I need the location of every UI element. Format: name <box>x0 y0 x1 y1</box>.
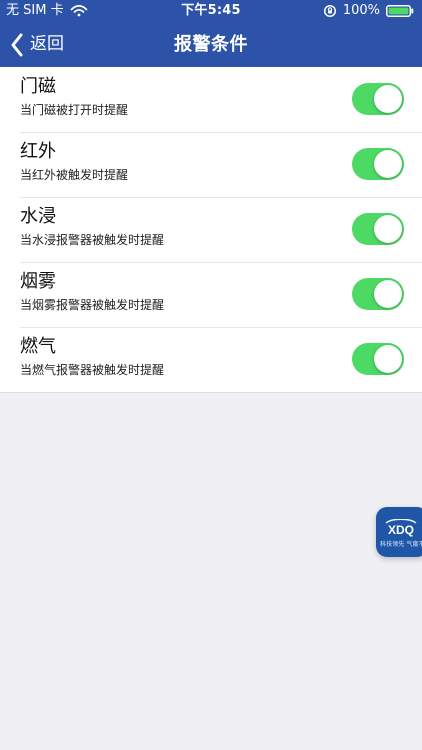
list-item-infrared: 红外 当红外被触发时提醒 <box>0 132 422 197</box>
toggle-knob <box>374 150 402 178</box>
list-item-gas: 燃气 当燃气报警器被触发时提醒 <box>0 327 422 392</box>
list-item-smoke: 烟雾 当烟雾报警器被触发时提醒 <box>0 262 422 327</box>
item-title: 门磁 <box>20 76 56 97</box>
battery-icon <box>386 5 414 17</box>
xdq-text: XDQ <box>388 523 414 537</box>
item-title: 燃气 <box>20 336 56 357</box>
water-leak-toggle[interactable] <box>352 213 404 245</box>
toggle-knob <box>374 215 402 243</box>
item-title: 水浸 <box>20 206 56 227</box>
toggle-knob <box>374 345 402 373</box>
top-bar: 无 SIM 卡 下午5:45 100% 返回 报警条件 <box>0 0 422 67</box>
smoke-toggle[interactable] <box>352 278 404 310</box>
list-item-door-sensor: 门磁 当门磁被打开时提醒 <box>0 67 422 132</box>
xdq-logo-icon: XDQ <box>385 519 417 537</box>
floating-logo-button[interactable]: XDQ 科技领先 气度不凡 <box>376 507 422 557</box>
status-bar: 无 SIM 卡 下午5:45 100% <box>0 0 422 22</box>
toggle-knob <box>374 85 402 113</box>
alarm-condition-list: 门磁 当门磁被打开时提醒 红外 当红外被触发时提醒 水浸 当水浸报警器被触发时提… <box>0 67 422 393</box>
item-title: 烟雾 <box>20 271 56 292</box>
item-subtitle: 当烟雾报警器被触发时提醒 <box>20 298 165 312</box>
item-title: 红外 <box>20 141 56 162</box>
item-subtitle: 当红外被触发时提醒 <box>20 168 129 182</box>
status-right: 100% <box>323 0 414 22</box>
badge-tagline: 科技领先 气度不凡 <box>380 541 422 548</box>
navigation-bar: 返回 报警条件 <box>0 22 422 67</box>
gas-toggle[interactable] <box>352 343 404 375</box>
list-item-water-leak: 水浸 当水浸报警器被触发时提醒 <box>0 197 422 262</box>
item-subtitle: 当门磁被打开时提醒 <box>20 103 129 117</box>
page-title: 报警条件 <box>174 34 248 55</box>
infrared-toggle[interactable] <box>352 148 404 180</box>
item-subtitle: 当燃气报警器被触发时提醒 <box>20 363 165 377</box>
item-subtitle: 当水浸报警器被触发时提醒 <box>20 233 165 247</box>
orientation-lock-icon <box>323 4 337 18</box>
battery-percent-text: 100% <box>342 3 380 18</box>
door-sensor-toggle[interactable] <box>352 83 404 115</box>
toggle-knob <box>374 280 402 308</box>
